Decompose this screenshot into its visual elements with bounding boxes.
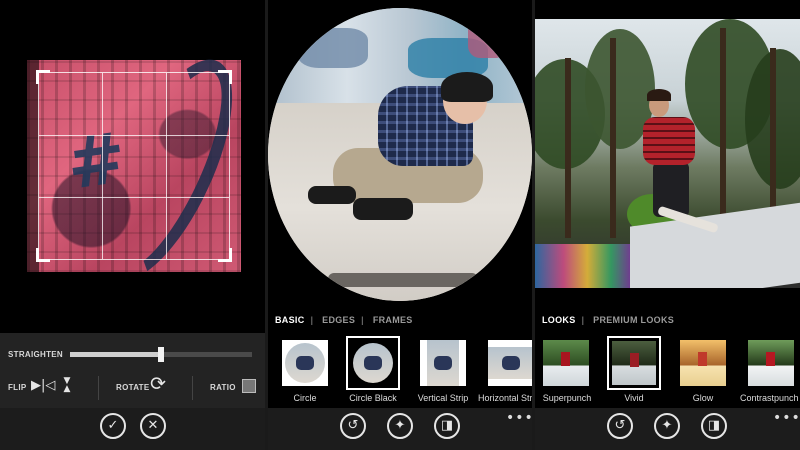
tree-trunk <box>720 28 726 238</box>
tab-frames[interactable]: FRAMES <box>373 315 413 325</box>
grid-line <box>39 134 229 136</box>
tree-trunk <box>610 38 616 238</box>
grid-line <box>39 196 229 198</box>
beanie <box>441 72 493 102</box>
compare-icon[interactable]: ◨ <box>434 413 460 439</box>
tab-edges[interactable]: EDGES <box>322 315 355 325</box>
tab-separator: | <box>361 315 364 325</box>
frames-tabs: BASIC | EDGES | FRAMES <box>275 315 419 325</box>
undo-icon[interactable]: ↺ <box>340 413 366 439</box>
thumb-figure <box>364 356 382 370</box>
crop-screen: # STRAIGHTEN FLIP ▶|◁ ▼ ▲ ROTATE ⟳ RATIO … <box>0 0 265 450</box>
thumb-image <box>680 340 726 386</box>
tab-separator: | <box>310 315 314 325</box>
thumb-superpunch[interactable] <box>543 340 589 386</box>
thumb-label: Circle <box>293 393 317 403</box>
confirm-icon[interactable]: ✓ <box>100 413 126 439</box>
ratio-icon[interactable] <box>242 379 256 393</box>
looks-screen: LOOKS | PREMIUM LOOKS Superpunch Vivid Gl… <box>535 0 800 450</box>
crop-handle-bottom-left[interactable] <box>36 248 50 262</box>
thumb-vivid[interactable] <box>607 336 661 390</box>
magic-wand-icon[interactable]: ✦ <box>387 413 413 439</box>
thumb-image <box>488 340 532 386</box>
grid-line <box>102 73 104 259</box>
shoe <box>353 198 413 220</box>
crop-handle-bottom-right[interactable] <box>218 248 232 262</box>
graffiti-shape <box>468 18 508 58</box>
more-icon[interactable]: ••• <box>773 410 800 426</box>
crop-handle-top-left[interactable] <box>36 70 50 84</box>
thumb-image <box>420 340 466 386</box>
thumb-figure <box>698 352 707 366</box>
crop-tools: STRAIGHTEN FLIP ▶|◁ ▼ ▲ ROTATE ⟳ RATIO <box>0 333 265 408</box>
divider <box>98 376 99 400</box>
tab-separator: | <box>581 315 585 325</box>
thumb-label: Vivid <box>624 393 644 403</box>
rotate-label: ROTATE <box>116 383 150 392</box>
skateboard <box>328 273 478 287</box>
shoe <box>308 186 356 204</box>
straighten-slider[interactable] <box>70 347 252 362</box>
app-bar: ✓ ✕ <box>0 408 265 450</box>
thumb-label: Vertical Strip <box>417 393 469 403</box>
divider <box>192 376 193 400</box>
tab-looks[interactable]: LOOKS <box>542 315 576 325</box>
rotate-icon[interactable]: ⟳ <box>150 375 166 394</box>
flip-label: FLIP <box>8 383 27 392</box>
tab-basic[interactable]: BASIC <box>275 315 305 325</box>
thumb-figure <box>630 353 639 367</box>
flip-horizontal-icon[interactable]: ▶|◁ <box>31 379 55 392</box>
cancel-icon[interactable]: ✕ <box>140 413 166 439</box>
thumb-figure <box>502 356 520 370</box>
thumb-image <box>543 340 589 386</box>
thumb-label: Superpunch <box>542 393 592 403</box>
thumb-circle[interactable] <box>282 340 328 386</box>
undo-icon[interactable]: ↺ <box>607 413 633 439</box>
crop-handle-top-right[interactable] <box>218 70 232 84</box>
skater-figure <box>308 72 493 258</box>
thumb-label: Contrastpunch <box>740 393 799 403</box>
tab-premium-looks[interactable]: PREMIUM LOOKS <box>593 315 674 325</box>
thumb-contrastpunch[interactable] <box>748 340 794 386</box>
photo-preview <box>535 19 800 288</box>
frames-screen: BASIC | EDGES | FRAMES Circle Circle Bla… <box>268 0 532 450</box>
slider-thumb[interactable] <box>158 347 164 362</box>
thumb-vertical-strip[interactable] <box>420 340 466 386</box>
thumb-horizontal-strip[interactable] <box>488 340 532 386</box>
graffiti-wall <box>535 244 630 288</box>
grid-line <box>165 73 167 259</box>
crop-frame[interactable] <box>36 70 232 262</box>
skater-shirt <box>643 117 695 165</box>
thumb-circle-black[interactable] <box>346 336 400 390</box>
slider-fill <box>70 352 161 357</box>
looks-tabs: LOOKS | PREMIUM LOOKS <box>542 315 680 325</box>
thumb-image <box>748 340 794 386</box>
thumb-label: Horizontal Strip <box>478 393 532 403</box>
look-thumbnails: Superpunch Vivid Glow Contrastpunch <box>535 336 800 408</box>
app-bar: ↺ ✦ ◨ ••• <box>535 408 800 450</box>
thumb-image <box>282 340 328 386</box>
thumb-image <box>612 341 656 385</box>
ratio-label: RATIO <box>210 383 236 392</box>
compare-icon[interactable]: ◨ <box>701 413 727 439</box>
photo-preview <box>268 8 532 301</box>
more-icon[interactable]: ••• <box>506 410 532 426</box>
thumb-glow[interactable] <box>680 340 726 386</box>
thumb-label: Circle Black <box>349 393 397 403</box>
thumb-figure <box>434 356 452 370</box>
skater-hair <box>647 89 671 101</box>
thumb-label: Glow <box>692 393 714 403</box>
tree-trunk <box>565 58 571 238</box>
straighten-label: STRAIGHTEN <box>8 350 63 359</box>
thumb-figure <box>561 352 570 366</box>
frame-thumbnails: Circle Circle Black Vertical Strip Horiz… <box>268 336 532 408</box>
thumb-figure <box>766 352 775 366</box>
flip-vertical-icon[interactable]: ▼ ▲ <box>61 377 73 394</box>
graffiti-shape <box>298 28 368 68</box>
app-bar: ↺ ✦ ◨ ••• <box>268 408 532 450</box>
thumb-image <box>351 341 395 385</box>
magic-wand-icon[interactable]: ✦ <box>654 413 680 439</box>
thumb-figure <box>296 356 314 370</box>
